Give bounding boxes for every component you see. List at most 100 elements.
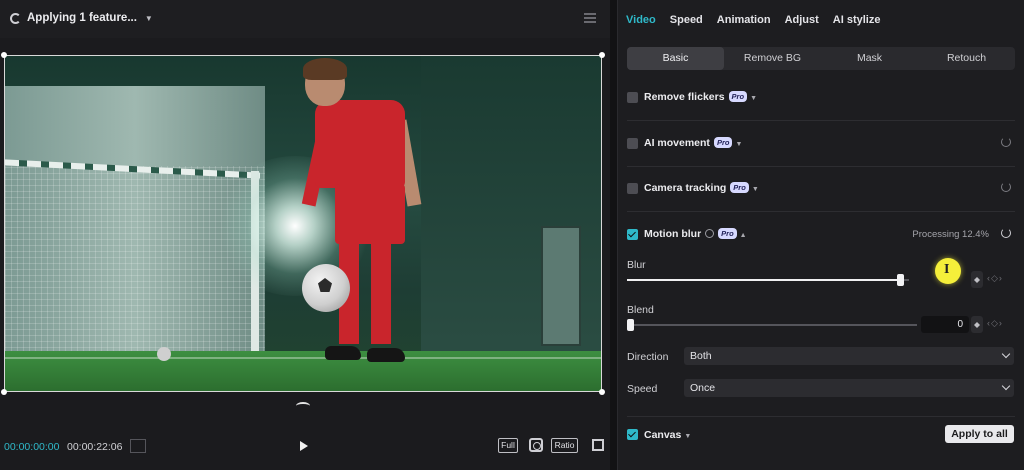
focus-icon[interactable]: [529, 438, 543, 452]
reset-icon[interactable]: [1001, 182, 1011, 192]
blend-slider-thumb[interactable]: [627, 319, 634, 331]
caret-down-icon: ▼: [750, 95, 757, 102]
pro-badge: Pro: [730, 182, 749, 193]
panel-tabs: Video Speed Animation Adjust AI stylize: [618, 0, 1024, 40]
remove-flickers-toggle[interactable]: Remove flickers Pro ▼: [644, 91, 757, 103]
text-cursor-icon: [935, 258, 961, 284]
subtab-remove-bg[interactable]: Remove BG: [724, 47, 821, 70]
pro-badge: Pro: [728, 91, 748, 102]
chevron-down-icon: [1001, 381, 1011, 391]
reset-icon[interactable]: [1001, 228, 1011, 238]
blur-label: Blur: [627, 259, 646, 271]
info-icon[interactable]: [705, 229, 715, 238]
scene-small-ball: [157, 347, 171, 361]
fullscreen-icon[interactable]: [592, 439, 604, 451]
speed-select[interactable]: Once: [684, 379, 1014, 397]
canvas-label: Canvas: [644, 429, 682, 441]
scene-player: [301, 56, 435, 386]
section-remove-flickers: Remove flickers Pro ▼: [627, 81, 1015, 121]
resize-handle[interactable]: [599, 52, 605, 58]
scene-player-hair: [303, 58, 347, 80]
processing-status: Processing 12.4%: [912, 229, 989, 240]
blend-value-input[interactable]: 0: [921, 316, 969, 333]
scene-player-leg: [371, 244, 391, 344]
player-header: Applying 1 feature... ▼: [0, 0, 610, 38]
full-button[interactable]: Full: [498, 438, 518, 453]
ai-movement-label: AI movement: [644, 137, 710, 149]
caret-down-icon: ▼: [144, 13, 153, 23]
subtab-basic[interactable]: Basic: [627, 47, 724, 70]
tab-ai-stylize[interactable]: AI stylize: [833, 1, 881, 39]
subtab-retouch[interactable]: Retouch: [918, 47, 1015, 70]
resize-handle[interactable]: [599, 389, 605, 395]
motion-blur-checkbox[interactable]: [627, 229, 638, 240]
resize-handle[interactable]: [1, 52, 7, 58]
caret-down-icon: ▼: [684, 433, 692, 440]
ai-movement-checkbox[interactable]: [627, 138, 638, 149]
ai-movement-toggle[interactable]: AI movement Pro ▼: [644, 137, 742, 149]
scene-player-shorts: [335, 184, 405, 244]
subtabs: Basic Remove BG Mask Retouch: [627, 47, 1015, 70]
scene-player-shoe: [367, 348, 405, 362]
caret-down-icon: ▼: [735, 141, 743, 148]
chevron-up-icon[interactable]: [296, 402, 310, 410]
total-timecode: 00:00:22:06: [67, 441, 123, 453]
subtab-mask[interactable]: Mask: [821, 47, 918, 70]
direction-select[interactable]: Both: [684, 347, 1014, 365]
motion-blur-label: Motion blur: [644, 228, 702, 240]
camera-tracking-toggle[interactable]: Camera tracking Pro ▼: [644, 182, 759, 194]
status-dropdown[interactable]: Applying 1 feature... ▼: [10, 12, 153, 24]
section-motion-blur: Motion blur Pro ▲ Processing 12.4%: [627, 218, 1015, 258]
ratio-button[interactable]: Ratio: [551, 438, 578, 453]
tab-speed[interactable]: Speed: [670, 1, 703, 39]
blend-stepper[interactable]: [971, 316, 983, 333]
section-ai-movement: AI movement Pro ▼: [627, 127, 1015, 167]
status-text: Applying 1 feature...: [27, 12, 137, 24]
blend-slider[interactable]: [627, 319, 917, 331]
keyframe-icon[interactable]: ‹◇›: [987, 273, 1003, 284]
scene-player-shoe: [325, 346, 361, 360]
video-player: Applying 1 feature... ▼ 00:00:00:00 00:0…: [0, 0, 610, 470]
blur-stepper[interactable]: [971, 271, 983, 288]
scene-floor-line: [5, 357, 601, 359]
loading-spinner-icon: [10, 12, 21, 24]
camera-tracking-label: Camera tracking: [644, 182, 727, 194]
menu-icon[interactable]: [584, 13, 596, 23]
video-preview[interactable]: [4, 55, 602, 392]
playback-controls: 00:00:00:00 00:00:22:06 Full Ratio: [0, 428, 610, 464]
speed-label: Speed: [627, 383, 658, 395]
caret-up-icon: ▲: [739, 232, 747, 239]
canvas-checkbox[interactable]: [627, 429, 638, 440]
camera-tracking-checkbox[interactable]: [627, 183, 638, 194]
direction-value: Both: [690, 350, 712, 362]
blur-slider-thumb[interactable]: [896, 274, 904, 286]
blur-slider-fill: [627, 279, 901, 281]
remove-flickers-label: Remove flickers: [644, 91, 725, 103]
direction-label: Direction: [627, 351, 669, 363]
play-icon[interactable]: [300, 441, 308, 451]
tab-adjust[interactable]: Adjust: [785, 1, 819, 39]
remove-flickers-checkbox[interactable]: [627, 92, 638, 103]
scene-player-shirt: [315, 100, 405, 188]
reset-icon[interactable]: [1001, 137, 1011, 147]
tab-animation[interactable]: Animation: [717, 1, 771, 39]
tab-video[interactable]: Video: [626, 1, 656, 39]
section-camera-tracking: Camera tracking Pro ▼: [627, 172, 1015, 212]
motion-blur-toggle[interactable]: Motion blur Pro ▲: [644, 228, 747, 240]
scene-door: [541, 226, 581, 346]
blur-slider[interactable]: [627, 274, 909, 286]
blend-label: Blend: [627, 304, 654, 316]
pro-badge: Pro: [718, 228, 737, 239]
pro-badge: Pro: [713, 137, 733, 148]
resize-handle[interactable]: [1, 389, 7, 395]
caret-down-icon: ▼: [751, 186, 759, 193]
chevron-down-icon: [1001, 349, 1011, 359]
keyframe-icon[interactable]: ‹◇›: [987, 318, 1003, 329]
apply-to-all-button[interactable]: Apply to all: [945, 425, 1014, 443]
speed-value: Once: [690, 382, 716, 394]
scene-ball: [302, 264, 350, 312]
current-timecode: 00:00:00:00: [4, 441, 60, 453]
canvas-toggle[interactable]: Canvas ▼: [644, 429, 691, 441]
properties-panel: Video Speed Animation Adjust AI stylize …: [617, 0, 1024, 470]
timeline-grid-icon[interactable]: [130, 439, 146, 453]
